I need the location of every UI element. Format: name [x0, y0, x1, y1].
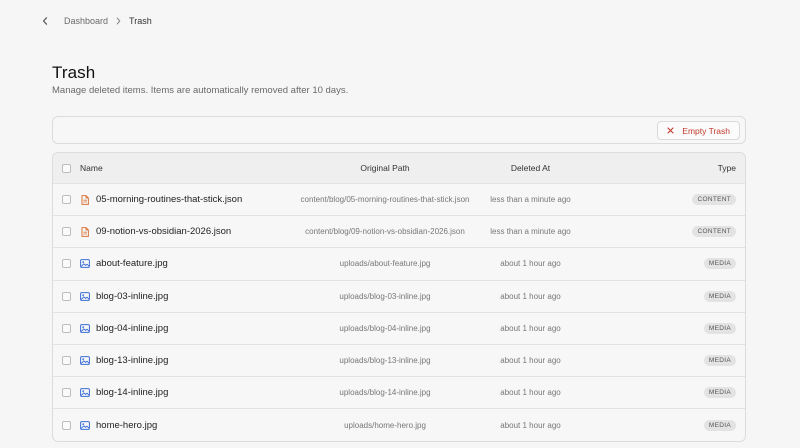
- item-deleted-at: about 1 hour ago: [500, 291, 561, 301]
- table-row[interactable]: blog-13-inline.jpg uploads/blog-13-inlin…: [53, 345, 745, 378]
- item-name: 05-morning-routines-that-stick.json: [96, 194, 243, 206]
- item-name: about-feature.jpg: [96, 258, 168, 270]
- empty-trash-button[interactable]: Empty Trash: [657, 121, 740, 140]
- column-header-path[interactable]: Original Path: [285, 153, 485, 183]
- row-checkbox[interactable]: [62, 388, 71, 398]
- item-original-path: uploads/blog-03-inline.jpg: [339, 291, 431, 301]
- item-original-path: content/blog/05-morning-routines-that-st…: [300, 195, 470, 205]
- type-badge: MEDIA: [703, 419, 736, 431]
- breadcrumb-link-dashboard[interactable]: Dashboard: [64, 16, 108, 26]
- table-row[interactable]: blog-14-inline.jpg uploads/blog-14-inlin…: [53, 377, 745, 410]
- select-all-checkbox[interactable]: [62, 163, 71, 173]
- item-deleted-at: about 1 hour ago: [500, 323, 561, 333]
- table-row[interactable]: blog-03-inline.jpg uploads/blog-03-inlin…: [53, 281, 745, 313]
- item-deleted-at: about 1 hour ago: [500, 259, 561, 269]
- item-name: home-hero.jpg: [96, 419, 158, 431]
- table-row[interactable]: about-feature.jpg uploads/about-feature.…: [53, 248, 745, 281]
- row-checkbox[interactable]: [62, 227, 71, 237]
- type-badge: CONTENT: [692, 194, 736, 206]
- image-icon: [80, 259, 90, 269]
- item-original-path: uploads/blog-04-inline.jpg: [339, 323, 431, 333]
- type-badge: MEDIA: [703, 387, 736, 399]
- breadcrumb-current: Trash: [129, 16, 152, 26]
- table-row[interactable]: blog-04-inline.jpg uploads/blog-04-inlin…: [53, 313, 745, 345]
- image-icon: [80, 420, 90, 430]
- row-checkbox[interactable]: [62, 420, 71, 430]
- item-original-path: uploads/blog-13-inline.jpg: [339, 356, 431, 366]
- type-badge: MEDIA: [703, 290, 736, 302]
- column-header-type[interactable]: Type: [718, 153, 736, 183]
- chevron-left-icon[interactable]: [40, 14, 50, 28]
- item-original-path: content/blog/09-notion-vs-obsidian-2026.…: [305, 227, 465, 237]
- row-checkbox[interactable]: [62, 259, 71, 269]
- item-deleted-at: about 1 hour ago: [500, 388, 561, 398]
- type-badge: MEDIA: [703, 322, 736, 334]
- column-header-name[interactable]: Name: [80, 153, 103, 183]
- file-icon: [80, 194, 90, 205]
- item-original-path: uploads/about-feature.jpg: [339, 259, 431, 269]
- chevron-right-icon: [116, 17, 121, 25]
- table-row[interactable]: 09-notion-vs-obsidian-2026.json content/…: [53, 216, 745, 249]
- row-checkbox[interactable]: [62, 356, 71, 366]
- type-badge: MEDIA: [703, 355, 736, 367]
- item-deleted-at: about 1 hour ago: [500, 356, 561, 366]
- item-original-path: uploads/blog-14-inline.jpg: [339, 388, 431, 398]
- item-original-path: uploads/home-hero.jpg: [344, 420, 426, 430]
- item-deleted-at: less than a minute ago: [490, 195, 571, 205]
- table-row[interactable]: home-hero.jpg uploads/home-hero.jpg abou…: [53, 409, 745, 441]
- page-subtitle: Manage deleted items. Items are automati…: [52, 85, 349, 96]
- row-checkbox[interactable]: [62, 323, 71, 333]
- file-icon: [80, 226, 90, 237]
- row-checkbox[interactable]: [62, 291, 71, 301]
- item-deleted-at: less than a minute ago: [490, 227, 571, 237]
- image-icon: [80, 388, 90, 398]
- column-header-deleted[interactable]: Deleted At: [473, 153, 588, 183]
- table-body: 05-morning-routines-that-stick.json cont…: [53, 184, 745, 441]
- image-icon: [80, 291, 90, 301]
- close-icon: [665, 126, 675, 136]
- page-title: Trash: [52, 63, 96, 82]
- item-name: blog-13-inline.jpg: [96, 355, 169, 367]
- type-badge: MEDIA: [703, 258, 736, 270]
- item-name: blog-03-inline.jpg: [96, 290, 169, 302]
- item-name: 09-notion-vs-obsidian-2026.json: [96, 226, 232, 238]
- type-badge: CONTENT: [692, 226, 736, 238]
- row-checkbox[interactable]: [62, 195, 71, 205]
- breadcrumb: Dashboard Trash: [40, 14, 152, 28]
- item-deleted-at: about 1 hour ago: [500, 420, 561, 430]
- table-row[interactable]: 05-morning-routines-that-stick.json cont…: [53, 184, 745, 217]
- item-name: blog-04-inline.jpg: [96, 322, 169, 334]
- image-icon: [80, 356, 90, 366]
- trash-table: Name Original Path Deleted At Type 05-mo…: [52, 152, 746, 442]
- item-name: blog-14-inline.jpg: [96, 387, 169, 399]
- empty-trash-label: Empty Trash: [682, 125, 730, 136]
- image-icon: [80, 323, 90, 333]
- toolbar: Empty Trash: [52, 116, 746, 144]
- table-header: Name Original Path Deleted At Type: [53, 153, 745, 184]
